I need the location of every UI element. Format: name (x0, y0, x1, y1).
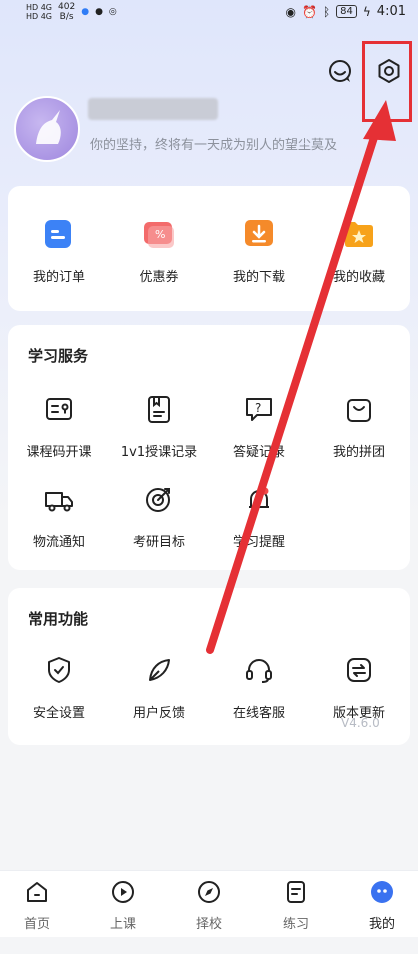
shield-icon (48, 657, 70, 683)
battery-indicator: 84 (336, 5, 357, 18)
tab-home[interactable]: 首页 (0, 879, 77, 932)
common-item-security[interactable]: 安全设置 (9, 652, 109, 721)
quick-action-favorites[interactable]: 我的收藏 (309, 216, 409, 285)
learning-item-target[interactable]: 考研目标 (109, 481, 209, 550)
net-speed-unit: B/s (59, 12, 74, 22)
unicorn-icon (36, 110, 61, 144)
profile-header[interactable]: 你的坚持，终将有一天成为别人的望尘莫及 (14, 96, 414, 162)
quick-action-label: 优惠券 (139, 270, 179, 285)
learning-item-reminder[interactable]: 学习提醒 (209, 481, 309, 550)
profile-icon (371, 881, 393, 903)
tab-label: 练习 (282, 917, 309, 932)
learning-item-label: 答疑记录 (232, 445, 285, 460)
tab-label: 择校 (195, 917, 222, 932)
common-item-update[interactable]: 版本更新 (309, 652, 409, 721)
update-icon (347, 658, 371, 682)
download-icon (245, 220, 273, 246)
qa-record-icon: ? (246, 398, 272, 421)
clock: 4:01 (376, 4, 406, 19)
quick-action-label: 我的收藏 (332, 270, 385, 285)
learning-item-label: 考研目标 (132, 535, 185, 550)
tab-label: 上课 (109, 917, 136, 932)
learning-services-card: 学习服务 课程码开课 1v1授课记录 ? 答疑记录 我的拼团 物流通知 考研目标… (8, 325, 410, 570)
learning-item-logistics[interactable]: 物流通知 (9, 481, 109, 550)
lesson-record-icon (148, 396, 170, 423)
quick-actions-card: 我的订单 % 优惠券 我的下载 我的收藏 (8, 186, 410, 311)
svg-text:%: % (155, 228, 165, 241)
learning-item-label: 我的拼团 (332, 445, 385, 460)
logistics-icon (45, 492, 73, 512)
profile-motto: 你的坚持，终将有一天成为别人的望尘莫及 (90, 138, 338, 153)
common-functions-title: 常用功能 (28, 610, 89, 628)
quick-action-coupons[interactable]: % 优惠券 (109, 216, 209, 285)
learning-item-label: 课程码开课 (26, 445, 92, 460)
app-version: V4.6.0 (341, 716, 380, 730)
order-icon (45, 220, 71, 248)
learning-item-label: 学习提醒 (232, 535, 285, 550)
learning-services-title: 学习服务 (28, 347, 89, 365)
compass-icon (198, 881, 220, 903)
app-status-icon: ◎ (108, 7, 117, 17)
learning-item-label: 1v1授课记录 (120, 445, 198, 460)
quick-action-downloads[interactable]: 我的下载 (209, 216, 309, 285)
play-icon (112, 881, 134, 903)
tab-label: 我的 (368, 917, 395, 932)
common-item-feedback[interactable]: 用户反馈 (109, 652, 209, 721)
course-code-icon (46, 398, 72, 420)
quick-action-orders[interactable]: 我的订单 (9, 216, 109, 285)
avatar[interactable] (14, 96, 80, 162)
highlight-box (362, 41, 412, 122)
chat-status-icon: ● (95, 7, 103, 17)
bluetooth-icon: ᛒ (322, 4, 331, 19)
learning-item-label: 物流通知 (32, 535, 85, 550)
common-item-label: 在线客服 (232, 706, 285, 721)
learning-item-group-buy[interactable]: 我的拼团 (309, 391, 409, 460)
common-item-label: 安全设置 (32, 706, 85, 721)
username-blurred (88, 98, 218, 120)
common-item-label: 用户反馈 (132, 706, 185, 721)
net-speed: 402 (58, 2, 76, 12)
tab-label: 首页 (23, 917, 50, 932)
svg-text:?: ? (255, 401, 261, 415)
status-left: HD 4G HD 4G 402 B/s ● ● ◎ (26, 2, 117, 22)
learning-item-qa-record[interactable]: ? 答疑记录 (209, 391, 309, 460)
status-right: ◉ ⏰ ᛒ 84 ϟ 4:01 (286, 4, 407, 19)
feedback-icon (149, 659, 170, 681)
common-functions-card: 常用功能 安全设置 用户反馈 在线客服 版本更新 V4.6.0 (8, 588, 410, 745)
quick-action-label: 我的下载 (232, 270, 285, 285)
common-item-customer-service[interactable]: 在线客服 (209, 652, 309, 721)
signal-icon: HD 4G HD 4G (26, 3, 53, 21)
message-icon[interactable] (326, 57, 354, 85)
learning-item-lesson-record[interactable]: 1v1授课记录 (109, 391, 209, 460)
alarm-icon: ⏰ (301, 4, 317, 19)
practice-icon (287, 881, 305, 903)
home-icon (27, 882, 47, 902)
headset-icon (246, 659, 272, 683)
status-bar: HD 4G HD 4G 402 B/s ● ● ◎ ◉ ⏰ ᛒ 84 ϟ 4:01 (0, 0, 418, 26)
reminder-icon (249, 487, 269, 508)
coupon-icon: % (144, 222, 174, 248)
target-icon (146, 488, 170, 512)
charging-icon: ϟ (362, 4, 371, 19)
quick-action-label: 我的订单 (32, 270, 85, 285)
tab-school[interactable]: 择校 (169, 879, 249, 932)
tab-mine[interactable]: 我的 (342, 879, 418, 932)
shield-status-icon: ● (81, 7, 90, 17)
favorite-icon (345, 222, 373, 247)
bottom-tab-bar: 首页 上课 择校 练习 我的 (0, 870, 418, 937)
tab-class[interactable]: 上课 (83, 879, 163, 932)
tab-practice[interactable]: 练习 (256, 879, 336, 932)
learning-item-course-code[interactable]: 课程码开课 (9, 391, 109, 460)
eye-icon: ◉ (285, 4, 296, 19)
group-buy-icon (347, 399, 371, 422)
